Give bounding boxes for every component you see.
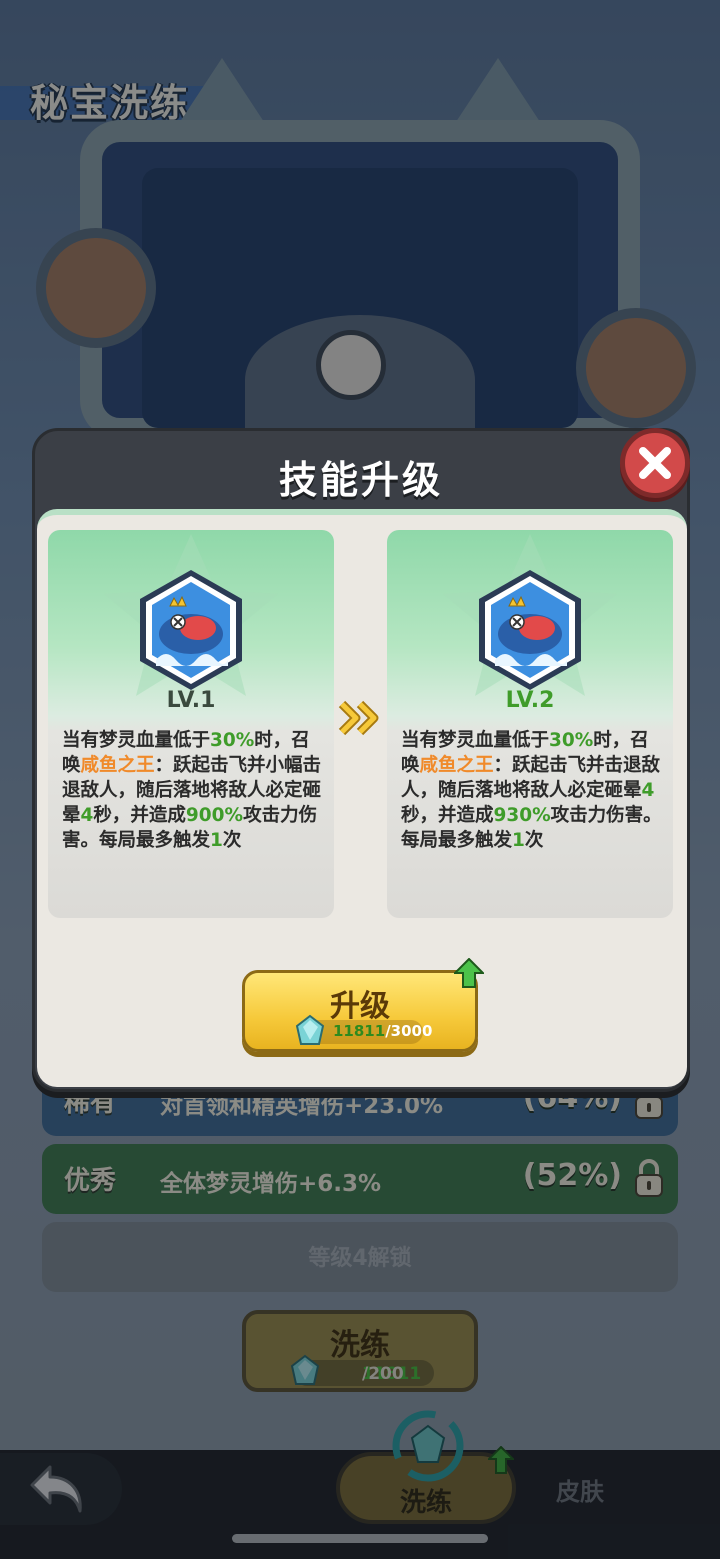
skill-level: LV.1	[166, 688, 216, 713]
skill-card-current: LV.1 当有梦灵血量低于30%时，召唤咸鱼之王：跃起击飞并小幅击退敌人，随后落…	[48, 530, 334, 918]
skill-level: LV.2	[505, 688, 555, 713]
skill-card-next: LV.2 当有梦灵血量低于30%时，召唤咸鱼之王：跃起击飞并击退敌人，随后落地将…	[387, 530, 673, 918]
double-chevron-right-icon	[338, 700, 379, 736]
upgrade-button[interactable]: 升级 11811/3000	[242, 970, 478, 1052]
salted-fish-king-skill-icon	[479, 570, 581, 690]
upgrade-button-label: 升级	[330, 989, 390, 1024]
salted-fish-king-skill-icon	[140, 570, 242, 690]
upgrade-cost: 11811/3000	[295, 1014, 432, 1045]
dialog-title: 技能升级	[278, 458, 443, 502]
close-button[interactable]	[620, 428, 690, 498]
close-icon	[639, 447, 671, 479]
upgrade-have: 11811	[333, 1022, 386, 1040]
upgrade-need: /3000	[385, 1022, 433, 1040]
up-arrow-icon	[454, 958, 484, 988]
skill-description: 当有梦灵血量低于30%时，召唤咸鱼之王：跃起击飞并小幅击退敌人，随后落地将敌人必…	[62, 730, 322, 851]
gem-icon	[295, 1014, 325, 1045]
skill-description: 当有梦灵血量低于30%时，召唤咸鱼之王：跃起击飞并击退敌人，随后落地将敌人必定砸…	[401, 730, 662, 851]
